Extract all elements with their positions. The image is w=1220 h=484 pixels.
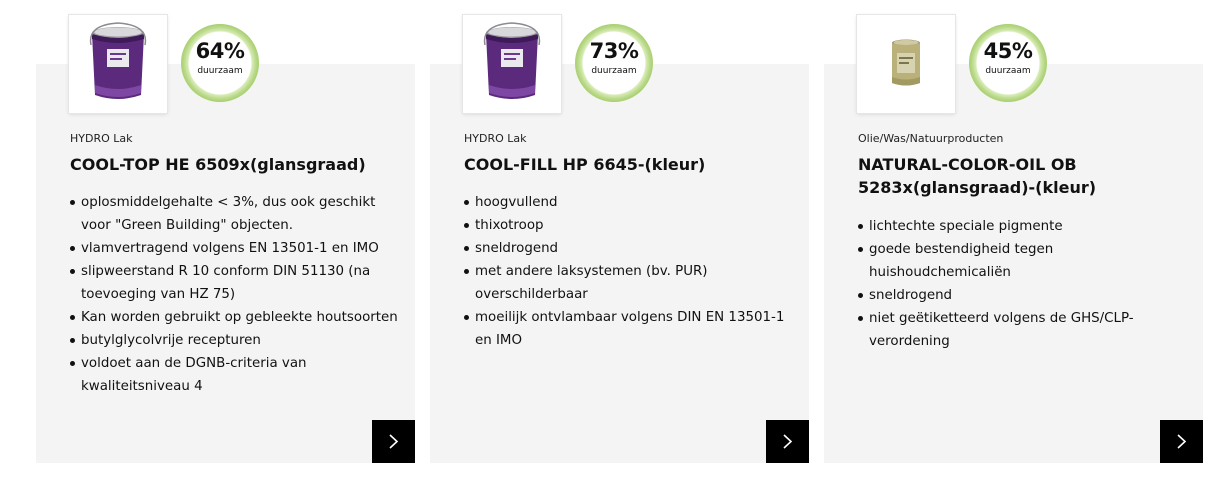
sustainability-badge: 73% duurzaam <box>575 24 653 102</box>
paint-bucket-icon <box>483 22 541 99</box>
product-title[interactable]: COOL-FILL HP 6645-(kleur) <box>464 153 784 176</box>
feature-list: hoogvullend thixotroop sneldrogend met a… <box>464 191 795 352</box>
feature-item: oplosmiddelgehalte < 3%, dus ook geschik… <box>70 191 401 237</box>
feature-item: Kan worden gebruikt op gebleekte houtsoo… <box>70 306 401 329</box>
product-detail-button[interactable] <box>766 420 809 463</box>
sustainability-label: duurzaam <box>985 66 1031 76</box>
feature-item: vlamvertragend volgens EN 13501-1 en IMO <box>70 237 401 260</box>
product-category: HYDRO Lak <box>70 132 133 145</box>
feature-list: lichtechte speciale pigmente goede beste… <box>858 215 1189 353</box>
feature-item: thixotroop <box>464 214 795 237</box>
sustainability-score: 45% <box>983 39 1033 63</box>
feature-item: sneldrogend <box>464 237 795 260</box>
sustainability-badge: 64% duurzaam <box>181 24 259 102</box>
feature-item: sneldrogend <box>858 284 1189 307</box>
chevron-right-icon <box>1177 434 1187 449</box>
oil-tin-icon <box>892 39 920 86</box>
feature-item: moeilijk ontvlambaar volgens DIN EN 1350… <box>464 306 795 352</box>
sustainability-label: duurzaam <box>591 66 637 76</box>
feature-item: voldoet aan de DGNB-criteria van kwalite… <box>70 352 401 398</box>
product-title[interactable]: NATURAL-COLOR-OIL OB 5283x(glansgraad)-(… <box>858 153 1178 199</box>
feature-item: hoogvullend <box>464 191 795 214</box>
paint-bucket-icon <box>89 22 147 99</box>
product-detail-button[interactable] <box>1160 420 1203 463</box>
sustainability-badge: 45% duurzaam <box>969 24 1047 102</box>
product-card[interactable]: 73% duurzaam HYDRO Lak COOL-FILL HP 6645… <box>430 15 809 463</box>
feature-item: butylglycolvrije recepturen <box>70 329 401 352</box>
product-category: HYDRO Lak <box>464 132 527 145</box>
product-title[interactable]: COOL-TOP HE 6509x(glansgraad) <box>70 153 390 176</box>
product-image-gold-oil-tin[interactable] <box>857 15 955 113</box>
product-card[interactable]: 45% duurzaam Olie/Was/Natuurproducten NA… <box>824 15 1203 463</box>
product-grid: 64% duurzaam HYDRO Lak COOL-TOP HE 6509x… <box>0 0 1220 484</box>
product-image-purple-paint-bucket[interactable] <box>463 15 561 113</box>
feature-item: met andere laksystemen (bv. PUR) oversch… <box>464 260 795 306</box>
chevron-right-icon <box>389 434 399 449</box>
product-category: Olie/Was/Natuurproducten <box>858 132 1004 145</box>
feature-list: oplosmiddelgehalte < 3%, dus ook geschik… <box>70 191 401 398</box>
feature-item: niet geëtiketteerd volgens de GHS/CLP-ve… <box>858 307 1189 353</box>
product-image-purple-paint-bucket[interactable] <box>69 15 167 113</box>
sustainability-score: 73% <box>589 39 639 63</box>
feature-item: goede bestendigheid tegen huishoudchemic… <box>858 238 1189 284</box>
feature-item: slipweerstand R 10 conform DIN 51130 (na… <box>70 260 401 306</box>
product-detail-button[interactable] <box>372 420 415 463</box>
sustainability-score: 64% <box>195 39 245 63</box>
product-card[interactable]: 64% duurzaam HYDRO Lak COOL-TOP HE 6509x… <box>36 15 415 463</box>
chevron-right-icon <box>783 434 793 449</box>
sustainability-label: duurzaam <box>197 66 243 76</box>
feature-item: lichtechte speciale pigmente <box>858 215 1189 238</box>
